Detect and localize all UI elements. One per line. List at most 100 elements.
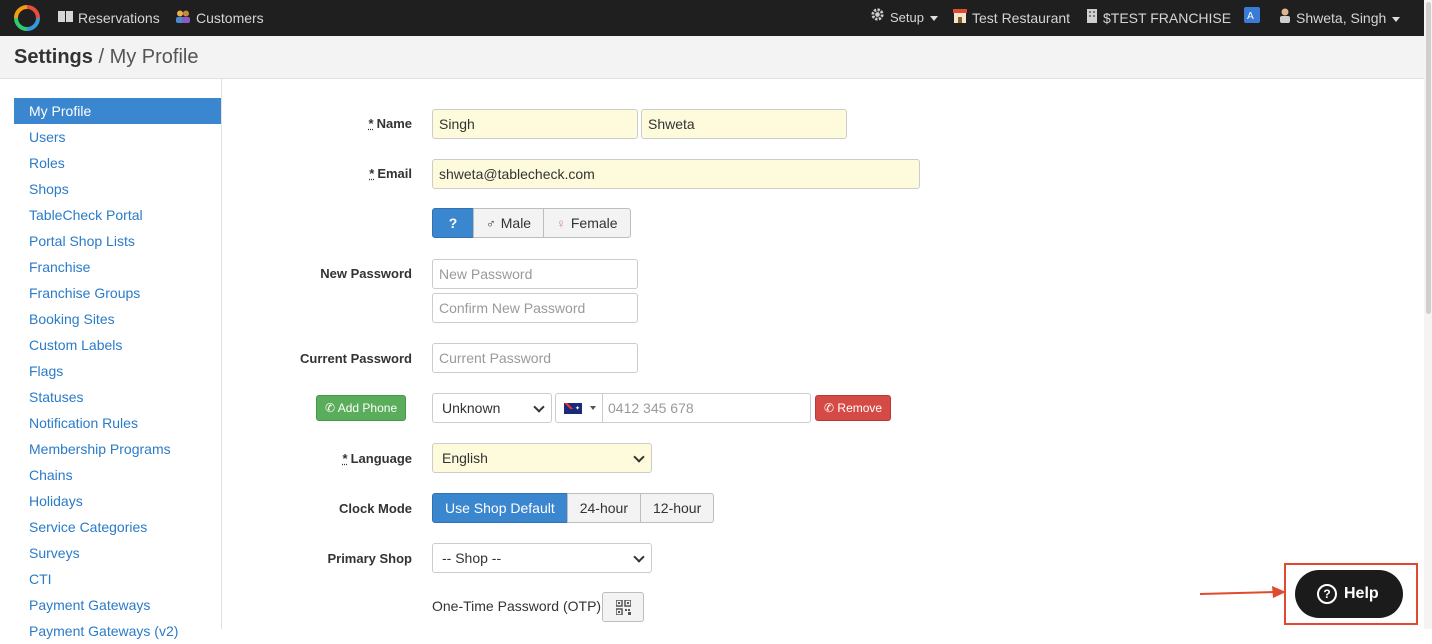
sidebar-item-custom-labels[interactable]: Custom Labels: [14, 332, 221, 358]
clock-mode-24-hour-button[interactable]: 24-hour: [566, 493, 641, 523]
male-icon: ♂: [486, 216, 496, 231]
primary-shop-select[interactable]: -- Shop --: [432, 543, 652, 573]
required-mark: *: [369, 166, 375, 181]
sidebar-item-payment-gateways[interactable]: Payment Gateways: [14, 592, 221, 618]
add-phone-label: Add Phone: [337, 401, 398, 415]
chevron-down-icon: [633, 451, 645, 463]
sidebar-item-surveys[interactable]: Surveys: [14, 540, 221, 566]
nav-user-menu[interactable]: Shweta, Singh: [1279, 0, 1401, 36]
confirm-password-field[interactable]: [432, 293, 638, 323]
sidebar-item-membership-programs[interactable]: Membership Programs: [14, 436, 221, 462]
female-icon: ♀: [556, 216, 566, 231]
sidebar-item-tablecheck-portal[interactable]: TableCheck Portal: [14, 202, 221, 228]
phone-type-select[interactable]: Unknown: [432, 393, 552, 423]
nav-restaurant[interactable]: Test Restaurant: [953, 0, 1070, 36]
nav-franchise-label: $TEST FRANCHISE: [1103, 10, 1232, 26]
sidebar-item-holidays[interactable]: Holidays: [14, 488, 221, 514]
help-button[interactable]: ? Help: [1295, 570, 1403, 618]
annotation-arrow-icon: [1200, 586, 1286, 598]
nav-reservations-label: Reservations: [78, 10, 160, 26]
gender-unknown-button[interactable]: ?: [432, 208, 474, 238]
name-label-text: Name: [376, 116, 412, 131]
page-scrollbar-thumb[interactable]: [1426, 2, 1431, 314]
email-label: * Email: [369, 166, 412, 181]
clock-mode-label: Clock Mode: [339, 501, 412, 516]
sidebar-item-shops[interactable]: Shops: [14, 176, 221, 202]
sidebar-item-service-categories[interactable]: Service Categories: [14, 514, 221, 540]
building-icon: [1086, 0, 1098, 36]
current-password-field[interactable]: [432, 343, 638, 373]
chevron-down-icon: [1392, 16, 1401, 22]
otp-qr-button[interactable]: [602, 592, 644, 622]
phone-remove-icon: ✆: [824, 401, 835, 415]
clock-mode-shop-default-button[interactable]: Use Shop Default: [432, 493, 568, 523]
phone-type-value: Unknown: [442, 400, 501, 416]
sidebar-item-chains[interactable]: Chains: [14, 462, 221, 488]
question-circle-icon: ?: [1317, 584, 1337, 604]
nav-reservations[interactable]: Reservations: [58, 0, 160, 36]
name-label: * Name: [369, 116, 412, 131]
phone-add-icon: ✆: [325, 401, 336, 415]
clock-mode-toggle-group: Use Shop Default 24-hour 12-hour: [432, 493, 715, 523]
nav-customers[interactable]: Customers: [175, 0, 264, 36]
help-label: Help: [1344, 585, 1379, 602]
clock-mode-12-hour-button[interactable]: 12-hour: [640, 493, 715, 523]
new-password-label: New Password: [320, 266, 412, 281]
new-password-field[interactable]: [432, 259, 638, 289]
breadcrumb: Settings / My Profile: [14, 46, 199, 69]
remove-phone-button[interactable]: ✆ Remove: [815, 395, 892, 421]
sidebar-item-flags[interactable]: Flags: [14, 358, 221, 384]
gender-toggle-group: ? ♂ Male ♀ Female: [432, 208, 631, 238]
nav-franchise[interactable]: $TEST FRANCHISE: [1086, 0, 1231, 36]
language-label: * Language: [343, 451, 412, 466]
settings-sidebar: My Profile Users Roles Shops TableCheck …: [0, 79, 222, 639]
breadcrumb-section[interactable]: Settings: [14, 46, 93, 68]
translate-button[interactable]: A: [1244, 0, 1265, 36]
sidebar-item-roles[interactable]: Roles: [14, 150, 221, 176]
sidebar-item-franchise[interactable]: Franchise: [14, 254, 221, 280]
country-code-dropdown[interactable]: ✦: [556, 394, 603, 422]
language-select[interactable]: English: [432, 443, 652, 473]
tablecheck-logo-icon[interactable]: [14, 5, 40, 31]
user-icon: [1279, 0, 1291, 36]
last-name-field[interactable]: [432, 109, 638, 139]
chevron-down-icon: [929, 16, 938, 22]
gender-female-label: Female: [570, 215, 618, 231]
restaurant-icon: [953, 0, 967, 36]
sidebar-item-notification-rules[interactable]: Notification Rules: [14, 410, 221, 436]
nav-restaurant-label: Test Restaurant: [972, 10, 1071, 26]
required-mark: *: [342, 451, 348, 466]
sidebar-item-my-profile[interactable]: My Profile: [14, 98, 221, 124]
primary-shop-label: Primary Shop: [327, 551, 412, 566]
chevron-down-icon: [533, 401, 545, 413]
language-label-text: Language: [350, 451, 412, 466]
users-icon: [175, 0, 191, 36]
qr-code-icon: [616, 600, 631, 615]
sidebar-item-portal-shop-lists[interactable]: Portal Shop Lists: [14, 228, 221, 254]
gender-female-button[interactable]: ♀ Female: [543, 208, 631, 238]
add-phone-button[interactable]: ✆ Add Phone: [316, 395, 407, 421]
nav-customers-label: Customers: [196, 10, 264, 26]
email-label-text: Email: [377, 166, 412, 181]
australia-flag-icon: ✦: [564, 403, 582, 414]
gender-male-button[interactable]: ♂ Male: [473, 208, 545, 238]
sidebar-item-payment-gateways-v2[interactable]: Payment Gateways (v2): [14, 618, 221, 644]
sidebar-item-franchise-groups[interactable]: Franchise Groups: [14, 280, 221, 306]
language-value: English: [442, 450, 488, 466]
sidebar-item-booking-sites[interactable]: Booking Sites: [14, 306, 221, 332]
gender-male-label: Male: [500, 215, 532, 231]
translate-icon: A: [1244, 0, 1260, 36]
sidebar-item-statuses[interactable]: Statuses: [14, 384, 221, 410]
chevron-down-icon: [633, 551, 645, 563]
otp-label: One-Time Password (OTP): [432, 598, 602, 614]
sidebar-item-cti[interactable]: CTI: [14, 566, 221, 592]
first-name-field[interactable]: [641, 109, 847, 139]
nav-setup-menu[interactable]: Setup: [870, 0, 938, 36]
page-header: Settings / My Profile: [0, 36, 1424, 79]
nav-setup-label: Setup: [890, 10, 924, 25]
book-icon: [58, 0, 73, 36]
sidebar-item-users[interactable]: Users: [14, 124, 221, 150]
top-navbar: Reservations Customers Setup Test Restau…: [0, 0, 1424, 36]
email-field[interactable]: [432, 159, 920, 189]
nav-user-label: Shweta, Singh: [1296, 10, 1387, 26]
